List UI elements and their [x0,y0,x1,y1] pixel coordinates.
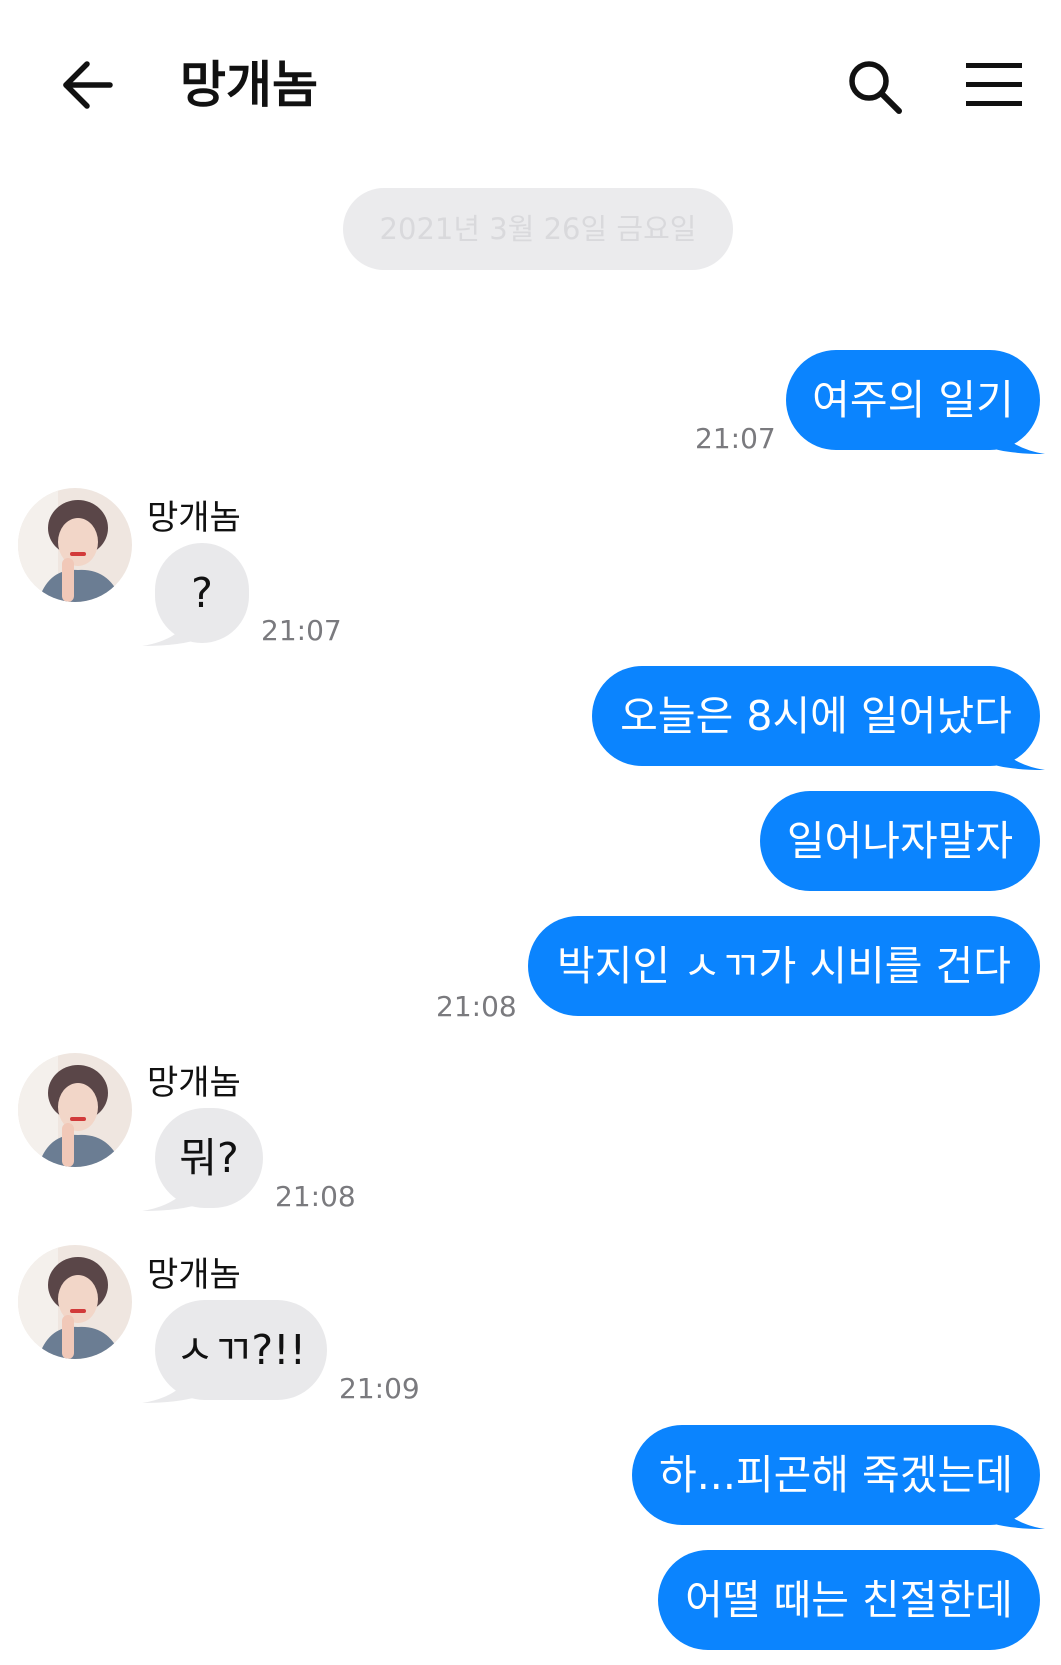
message-time: 21:08 [275,1180,356,1213]
message-bubble[interactable]: 뭐? [155,1108,263,1208]
arrow-left-icon [63,61,113,109]
message-bubble[interactable]: ㅅㄲ?!! [155,1300,327,1400]
message-time: 21:07 [695,422,776,455]
back-button[interactable] [60,58,114,112]
message-bubble[interactable]: 여주의 일기 [786,350,1040,450]
avatar[interactable] [18,1245,132,1359]
message-bubble[interactable]: 박지인 ㅅㄲ가 시비를 건다 [528,916,1040,1016]
message-bubble[interactable]: 하...피곤해 죽겠는데 [632,1425,1040,1525]
message-bubble[interactable]: 어떨 때는 친절한데 [658,1550,1040,1650]
profile-photo [18,1053,132,1167]
message-bubble[interactable]: 오늘은 8시에 일어났다 [592,666,1040,766]
hamburger-menu-icon [966,63,1022,106]
sender-name: 망개놈 [147,1063,241,1103]
menu-button[interactable] [966,60,1022,110]
search-button[interactable] [846,58,904,116]
sender-name: 망개놈 [147,498,241,538]
message-bubble[interactable]: ? [155,543,249,643]
message-bubble[interactable]: 일어나자말자 [760,791,1040,891]
profile-photo [18,1245,132,1359]
chat-header: 망개놈 [0,0,1061,170]
avatar[interactable] [18,1053,132,1167]
profile-photo [18,488,132,602]
date-separator: 2021년 3월 26일 금요일 [343,188,733,270]
chat-title: 망개놈 [180,56,318,114]
sender-name: 망개놈 [147,1255,241,1295]
avatar[interactable] [18,488,132,602]
message-time: 21:08 [436,990,517,1023]
message-time: 21:09 [339,1372,420,1405]
message-time: 21:07 [261,614,342,647]
search-icon [849,61,902,114]
